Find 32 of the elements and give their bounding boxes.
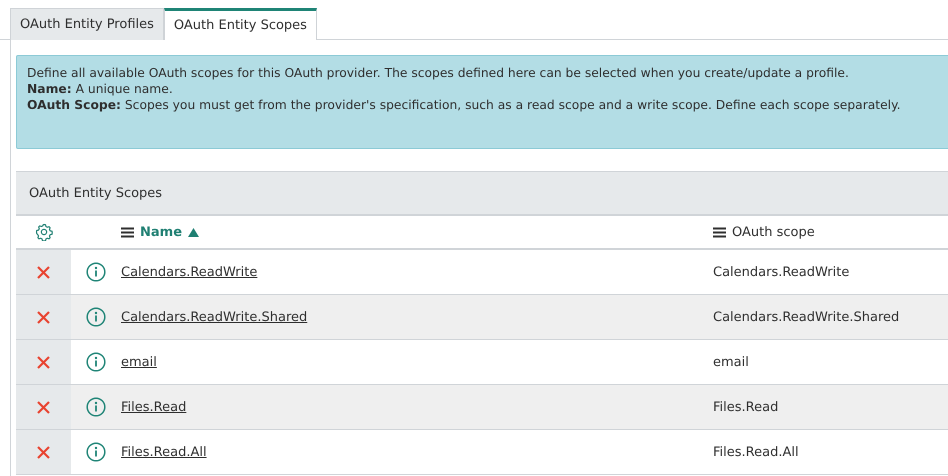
menu-icon[interactable] bbox=[121, 226, 134, 238]
list-title: OAuth Entity Scopes bbox=[29, 186, 162, 200]
table-cell: email bbox=[713, 354, 749, 370]
info-icon[interactable] bbox=[86, 307, 106, 327]
delete-icon[interactable] bbox=[37, 310, 50, 324]
delete-icon[interactable] bbox=[37, 266, 50, 278]
column-header[interactable]: OAuth scope bbox=[732, 224, 815, 240]
column-header[interactable]: Name bbox=[140, 224, 182, 240]
delete-icon[interactable] bbox=[37, 400, 50, 414]
record-link[interactable]: Files.Read.All bbox=[121, 444, 207, 460]
info-icon[interactable] bbox=[86, 352, 106, 372]
info-icon[interactable] bbox=[86, 442, 106, 462]
tab[interactable]: OAuth Entity Scopes bbox=[164, 8, 317, 40]
info-text: OAuth Scope: Scopes you must get from the provider's specification, such as a read scope and a write scope. Define each scope separately. bbox=[27, 98, 902, 112]
tab[interactable]: OAuth Entity Profiles bbox=[10, 8, 164, 40]
table-cell: Files.Read.All bbox=[713, 444, 799, 460]
info-text: Define all available OAuth scopes for this OAuth provider. The scopes defined here can be selected when you create/update a profile. bbox=[27, 66, 850, 80]
sort-ascending-icon[interactable] bbox=[188, 228, 200, 236]
info-icon[interactable] bbox=[86, 262, 106, 282]
record-link[interactable]: Files.Read bbox=[121, 400, 186, 414]
record-link[interactable]: email bbox=[121, 354, 157, 370]
menu-icon[interactable] bbox=[713, 226, 726, 238]
table-cell: Files.Read bbox=[713, 400, 778, 414]
info-icon[interactable] bbox=[86, 397, 106, 417]
table-cell: Calendars.ReadWrite.Shared bbox=[713, 310, 900, 324]
record-link[interactable]: Calendars.ReadWrite.Shared bbox=[121, 310, 308, 324]
delete-icon[interactable] bbox=[37, 356, 50, 368]
table-cell: Calendars.ReadWrite bbox=[713, 264, 850, 280]
settings-icon[interactable] bbox=[34, 223, 52, 241]
record-link[interactable]: Calendars.ReadWrite bbox=[121, 264, 258, 280]
info-text: Name: A unique name. bbox=[27, 82, 174, 96]
delete-icon[interactable] bbox=[37, 446, 50, 458]
